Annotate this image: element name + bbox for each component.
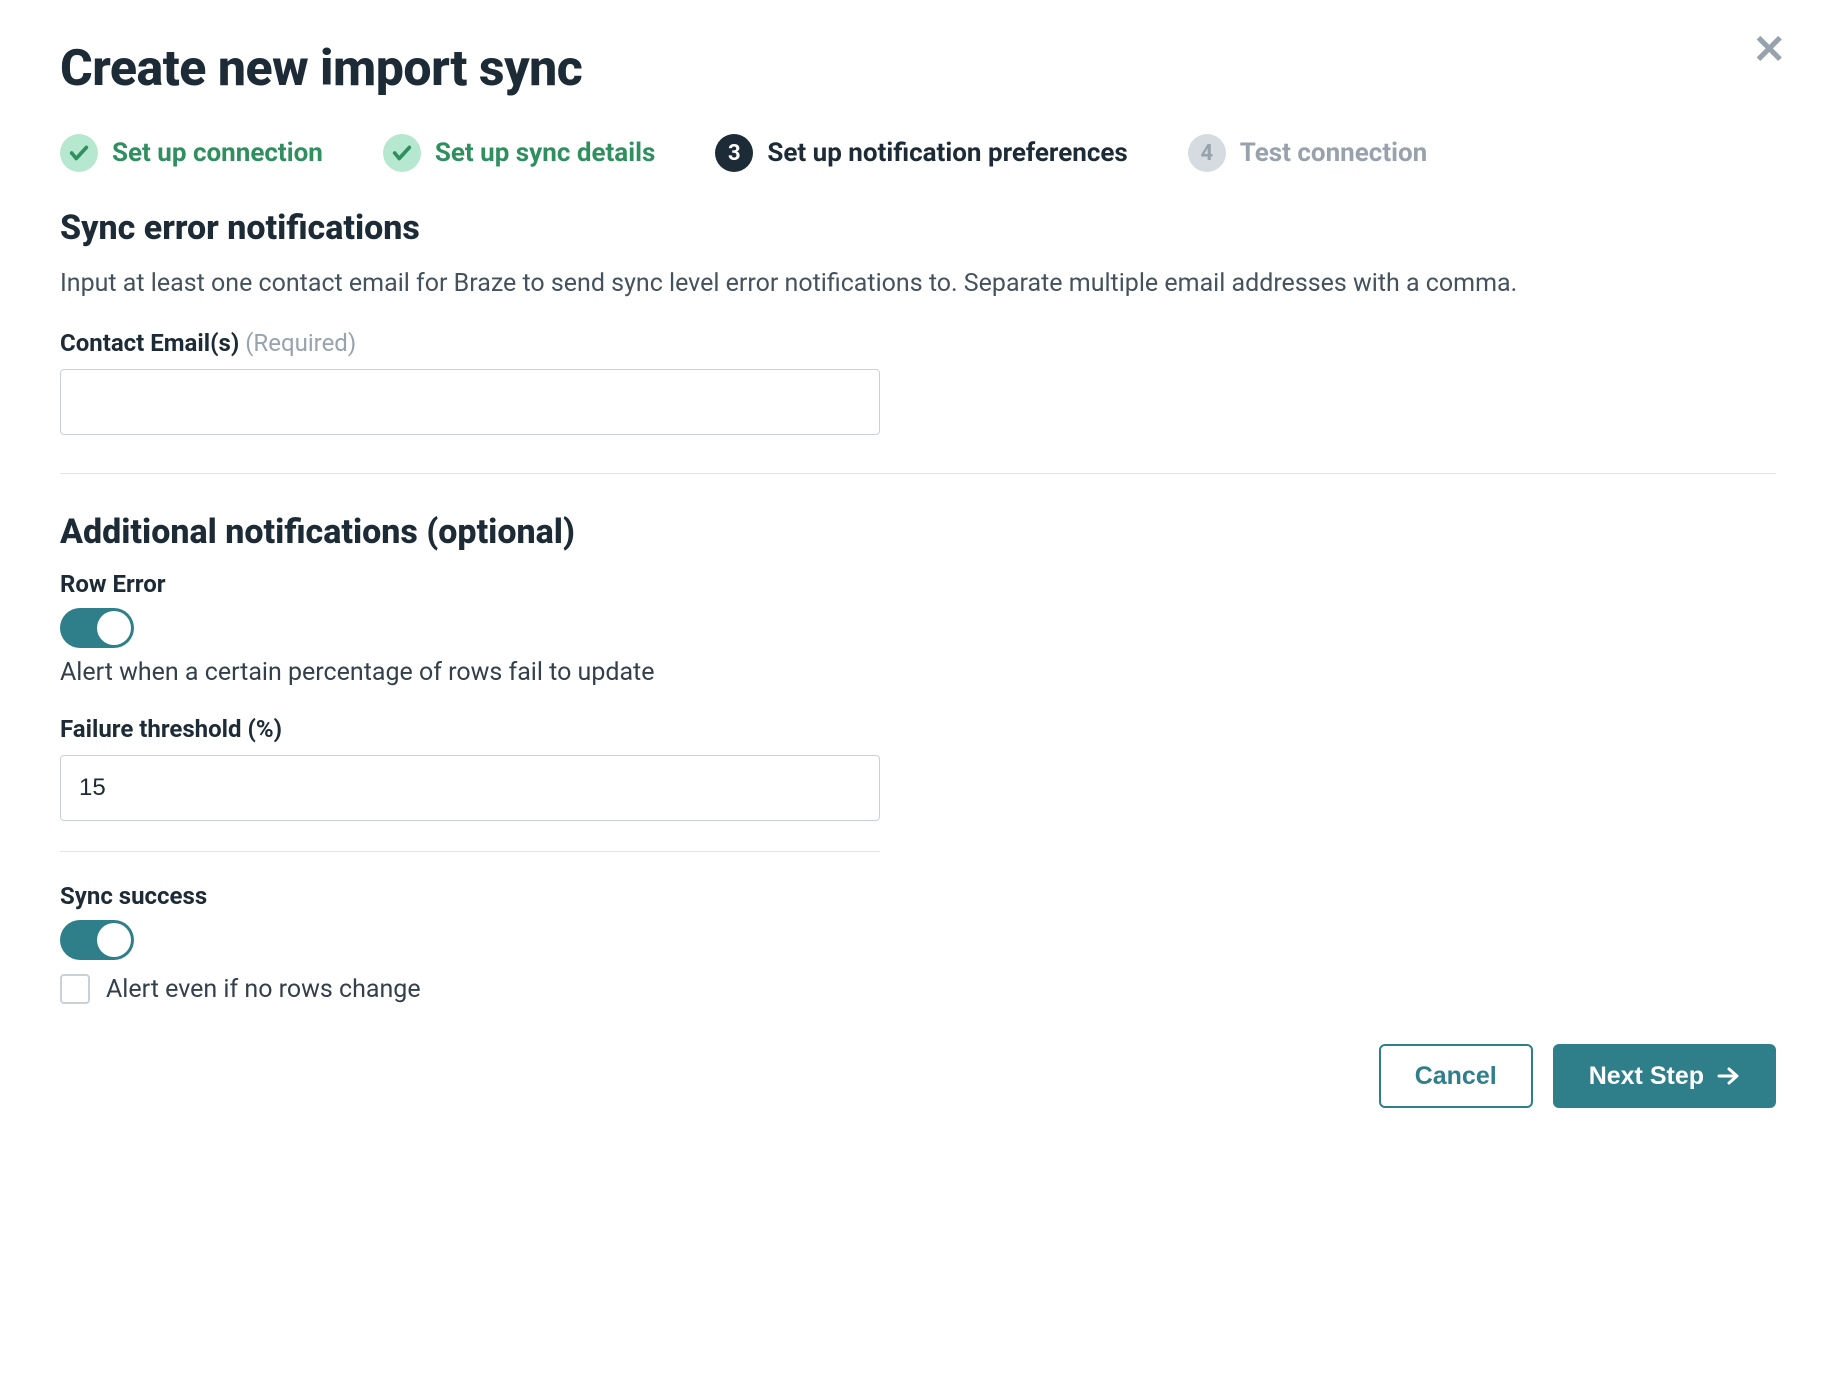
stepper: Set up connection Set up sync details 3 …: [60, 134, 1776, 172]
toggle-knob: [97, 923, 131, 957]
section-sync-error-desc: Input at least one contact email for Bra…: [60, 266, 1710, 301]
step-label: Set up connection: [112, 138, 323, 168]
cancel-button[interactable]: Cancel: [1379, 1044, 1533, 1108]
section-additional-heading: Additional notifications (optional): [60, 512, 1776, 552]
close-icon[interactable]: ✕: [1752, 30, 1786, 70]
step-sync-details[interactable]: Set up sync details: [383, 134, 656, 172]
step-number-badge: 3: [715, 134, 753, 172]
page-title: Create new import sync: [60, 40, 1776, 98]
field-required-text: (Required): [245, 329, 356, 357]
step-label: Set up sync details: [435, 138, 656, 168]
step-notification-preferences[interactable]: 3 Set up notification preferences: [715, 134, 1127, 172]
divider: [60, 851, 880, 852]
modal: ✕ Create new import sync Set up connecti…: [60, 40, 1776, 1108]
next-step-button-label: Next Step: [1589, 1062, 1704, 1091]
alert-no-rows-checkbox[interactable]: [60, 974, 90, 1004]
divider: [60, 473, 1776, 474]
row-error-label: Row Error: [60, 570, 1776, 598]
row-error-toggle[interactable]: [60, 608, 134, 648]
contact-emails-label: Contact Email(s) (Required): [60, 329, 1776, 357]
cancel-button-label: Cancel: [1415, 1062, 1497, 1091]
step-connection[interactable]: Set up connection: [60, 134, 323, 172]
field-label-text: Contact Email(s): [60, 329, 239, 357]
section-sync-error-heading: Sync error notifications: [60, 208, 1776, 248]
alert-no-rows-row: Alert even if no rows change: [60, 974, 1776, 1004]
check-icon: [60, 134, 98, 172]
sync-success-toggle[interactable]: [60, 920, 134, 960]
contact-emails-input[interactable]: [60, 369, 880, 435]
step-number-badge: 4: [1188, 134, 1226, 172]
row-error-desc: Alert when a certain percentage of rows …: [60, 658, 1776, 687]
step-label: Set up notification preferences: [767, 138, 1127, 168]
failure-threshold-label: Failure threshold (%): [60, 715, 1776, 743]
sync-success-label: Sync success: [60, 882, 1776, 910]
check-icon: [383, 134, 421, 172]
alert-no-rows-label: Alert even if no rows change: [106, 975, 421, 1004]
step-label: Test connection: [1240, 138, 1427, 168]
toggle-knob: [97, 611, 131, 645]
failure-threshold-input[interactable]: [60, 755, 880, 821]
next-step-button[interactable]: Next Step: [1553, 1044, 1776, 1108]
step-test-connection[interactable]: 4 Test connection: [1188, 134, 1427, 172]
footer-buttons: Cancel Next Step: [60, 1044, 1776, 1108]
arrow-right-icon: [1716, 1064, 1740, 1088]
